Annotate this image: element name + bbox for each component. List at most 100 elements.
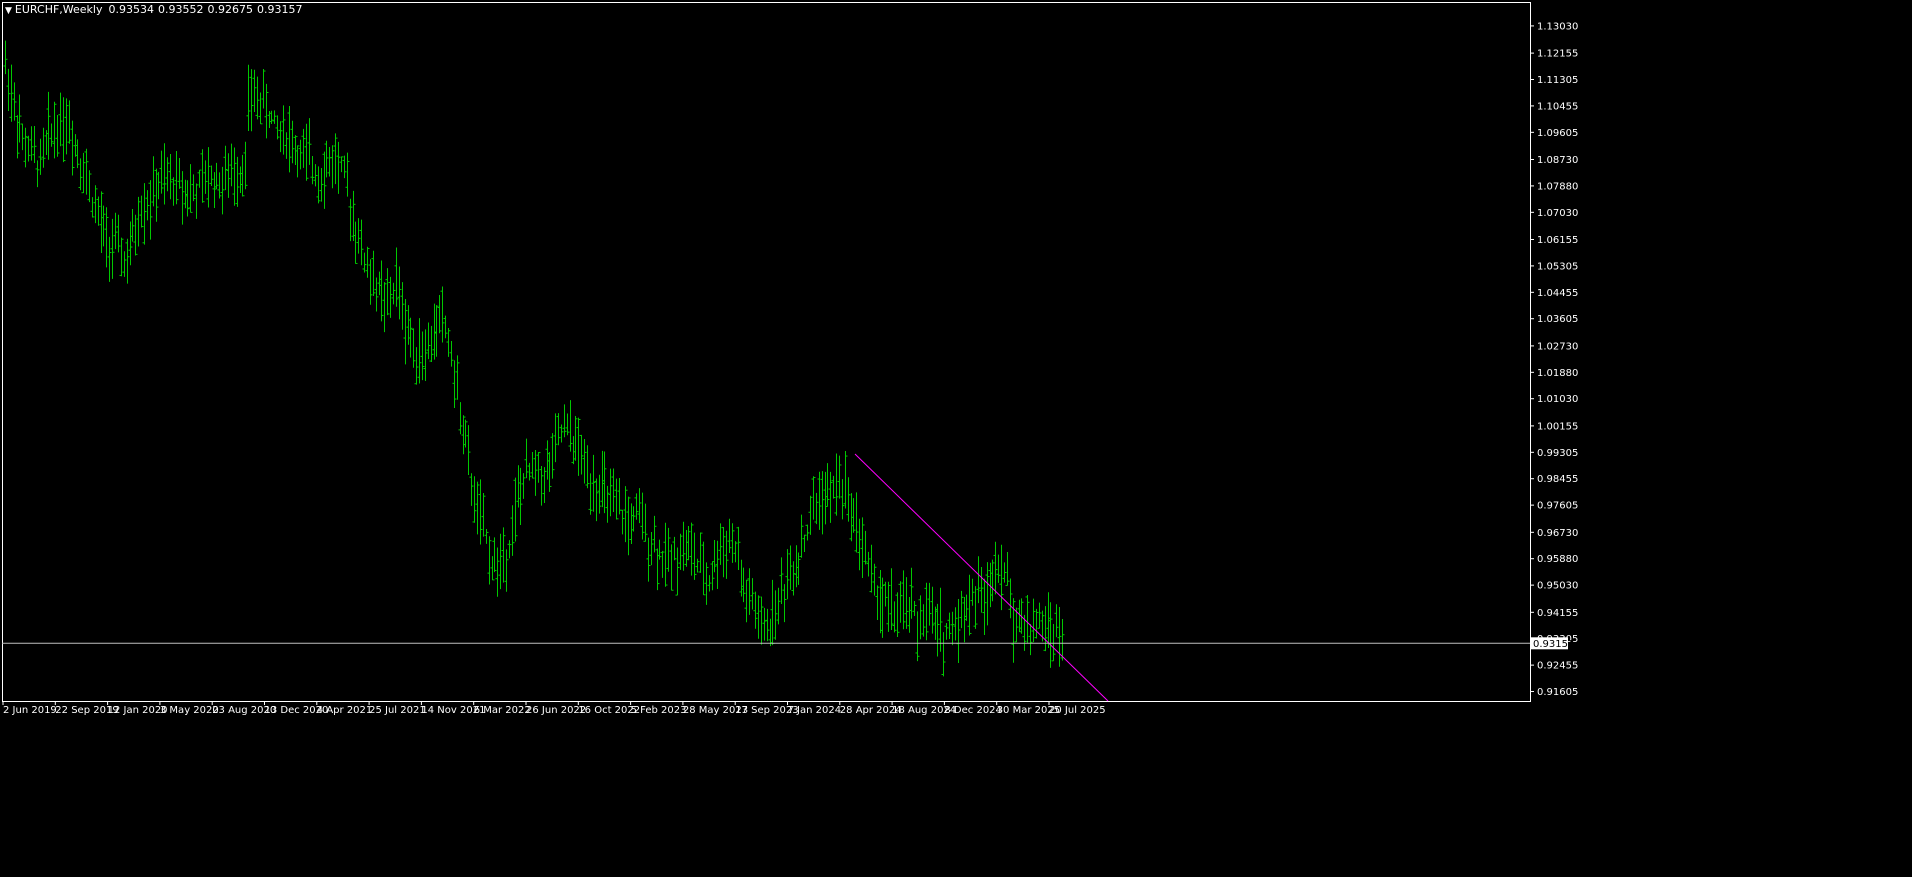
ohlc-bar xyxy=(119,237,124,277)
ohlc-bar xyxy=(455,355,460,400)
y-tick-label: 1.10455 xyxy=(1537,101,1578,112)
ohlc-bar xyxy=(629,503,634,544)
ohlc-bar xyxy=(61,97,66,163)
ohlc-bar xyxy=(898,581,903,623)
ohlc-bar xyxy=(875,585,880,621)
ohlc-bar xyxy=(840,479,845,520)
ohlc-bar xyxy=(672,536,677,561)
ohlc-bar xyxy=(640,492,645,540)
ohlc-bar xyxy=(521,473,526,499)
ohlc-bar xyxy=(794,545,799,588)
ohlc-bar xyxy=(99,191,104,253)
ohlc-bar xyxy=(524,438,529,479)
ohlc-bar xyxy=(956,598,961,663)
price-chart[interactable]: 1.13030 1.12155 1.11305 1.10455 1.09605 1.087… xyxy=(0,0,1912,877)
ohlc-bar xyxy=(420,331,425,381)
ohlc-bar xyxy=(1054,604,1059,638)
ohlc-bar xyxy=(443,315,448,339)
ohlc-bar xyxy=(692,532,697,580)
ohlc-bar xyxy=(646,537,651,582)
ohlc-bar xyxy=(652,515,657,553)
ohlc-bar xyxy=(1051,623,1056,662)
ohlc-bar xyxy=(492,537,497,573)
ohlc-bar xyxy=(269,110,274,124)
ohlc-bar xyxy=(229,143,234,187)
x-tick-label: 12 Jan 2020 xyxy=(108,705,168,716)
ohlc-bar xyxy=(423,329,428,381)
y-tick-label: 0.96730 xyxy=(1537,528,1578,539)
ohlc-bar xyxy=(828,471,833,523)
ohlc-bar xyxy=(924,582,929,641)
ohlc-bar xyxy=(84,148,89,195)
ohlc-bar xyxy=(655,548,660,591)
ohlc-bar xyxy=(264,83,269,139)
ohlc-bar xyxy=(837,455,842,499)
ohlc-bar xyxy=(240,154,245,197)
ohlc-bar xyxy=(553,413,558,463)
ohlc-bar xyxy=(802,534,807,553)
ohlc-bar xyxy=(588,473,593,515)
ohlc-bar xyxy=(643,503,648,542)
ohlc-bar xyxy=(869,544,874,593)
ohlc-bar xyxy=(403,299,408,365)
ohlc-bar xyxy=(104,207,109,268)
ohlc-bar xyxy=(617,477,622,515)
ohlc-bar xyxy=(730,523,735,563)
x-tick-label: 7 Jan 2024 xyxy=(788,705,842,716)
ohlc-bar xyxy=(246,64,251,131)
ohlc-bar xyxy=(101,205,106,247)
ohlc-bar xyxy=(768,618,773,647)
ohlc-bar xyxy=(177,158,182,189)
ohlc-bar xyxy=(808,495,813,535)
y-tick-label: 1.03605 xyxy=(1537,314,1578,325)
trendline[interactable] xyxy=(854,453,1109,702)
ohlc-bar xyxy=(504,549,509,592)
ohlc-bar xyxy=(770,579,775,646)
ohlc-bar xyxy=(889,568,894,630)
ohlc-bar xyxy=(78,158,83,191)
ohlc-bar xyxy=(933,606,938,640)
ohlc-bar xyxy=(938,587,943,652)
y-tick-label: 1.09605 xyxy=(1537,128,1578,139)
ohlc-bar xyxy=(469,473,474,506)
ohlc-bar xyxy=(811,476,816,520)
ohlc-bar xyxy=(6,68,11,111)
ohlc-bar xyxy=(359,219,364,266)
ohlc-bar xyxy=(295,145,300,178)
ohlc-bar xyxy=(545,440,550,480)
ohlc-bar xyxy=(200,149,205,203)
ohlc-bar xyxy=(188,164,193,213)
ohlc-bar xyxy=(365,246,370,278)
ohlc-bar xyxy=(133,214,138,256)
ohlc-bar xyxy=(52,101,57,159)
ohlc-bar xyxy=(67,100,72,144)
ohlc-bar xyxy=(605,485,610,523)
ohlc-bar xyxy=(637,488,642,524)
ohlc-bar xyxy=(139,195,144,228)
collapse-triangle-icon[interactable]: ▼ xyxy=(5,6,12,16)
ohlc-bar xyxy=(886,581,891,632)
ohlc-bar xyxy=(880,577,885,638)
ohlc-bar xyxy=(55,114,60,157)
ohlc-bar xyxy=(930,586,935,634)
ohlc-bar xyxy=(750,578,755,610)
ohlc-bar xyxy=(689,522,694,576)
ohlc-bar xyxy=(620,509,625,535)
ohlc-bar xyxy=(964,594,969,621)
x-tick-label: 8 Dec 2024 xyxy=(944,705,1002,716)
open-value: 0.93534 xyxy=(108,3,155,16)
ohlc-bar xyxy=(814,492,819,525)
ohlc-bar xyxy=(267,111,272,129)
ohlc-bar xyxy=(261,69,266,109)
ohlc-bar xyxy=(319,167,324,202)
ohlc-bar xyxy=(46,91,51,160)
ohlc-bar xyxy=(979,566,984,613)
ohlc-bar xyxy=(351,190,356,242)
ohlc-bar xyxy=(1031,598,1036,643)
ohlc-bar xyxy=(904,577,909,629)
ohlc-bar xyxy=(388,276,393,318)
ohlc-bar xyxy=(379,260,384,322)
ohlc-bar xyxy=(935,603,940,657)
ohlc-bar xyxy=(449,341,454,367)
ohlc-bar xyxy=(490,556,495,581)
